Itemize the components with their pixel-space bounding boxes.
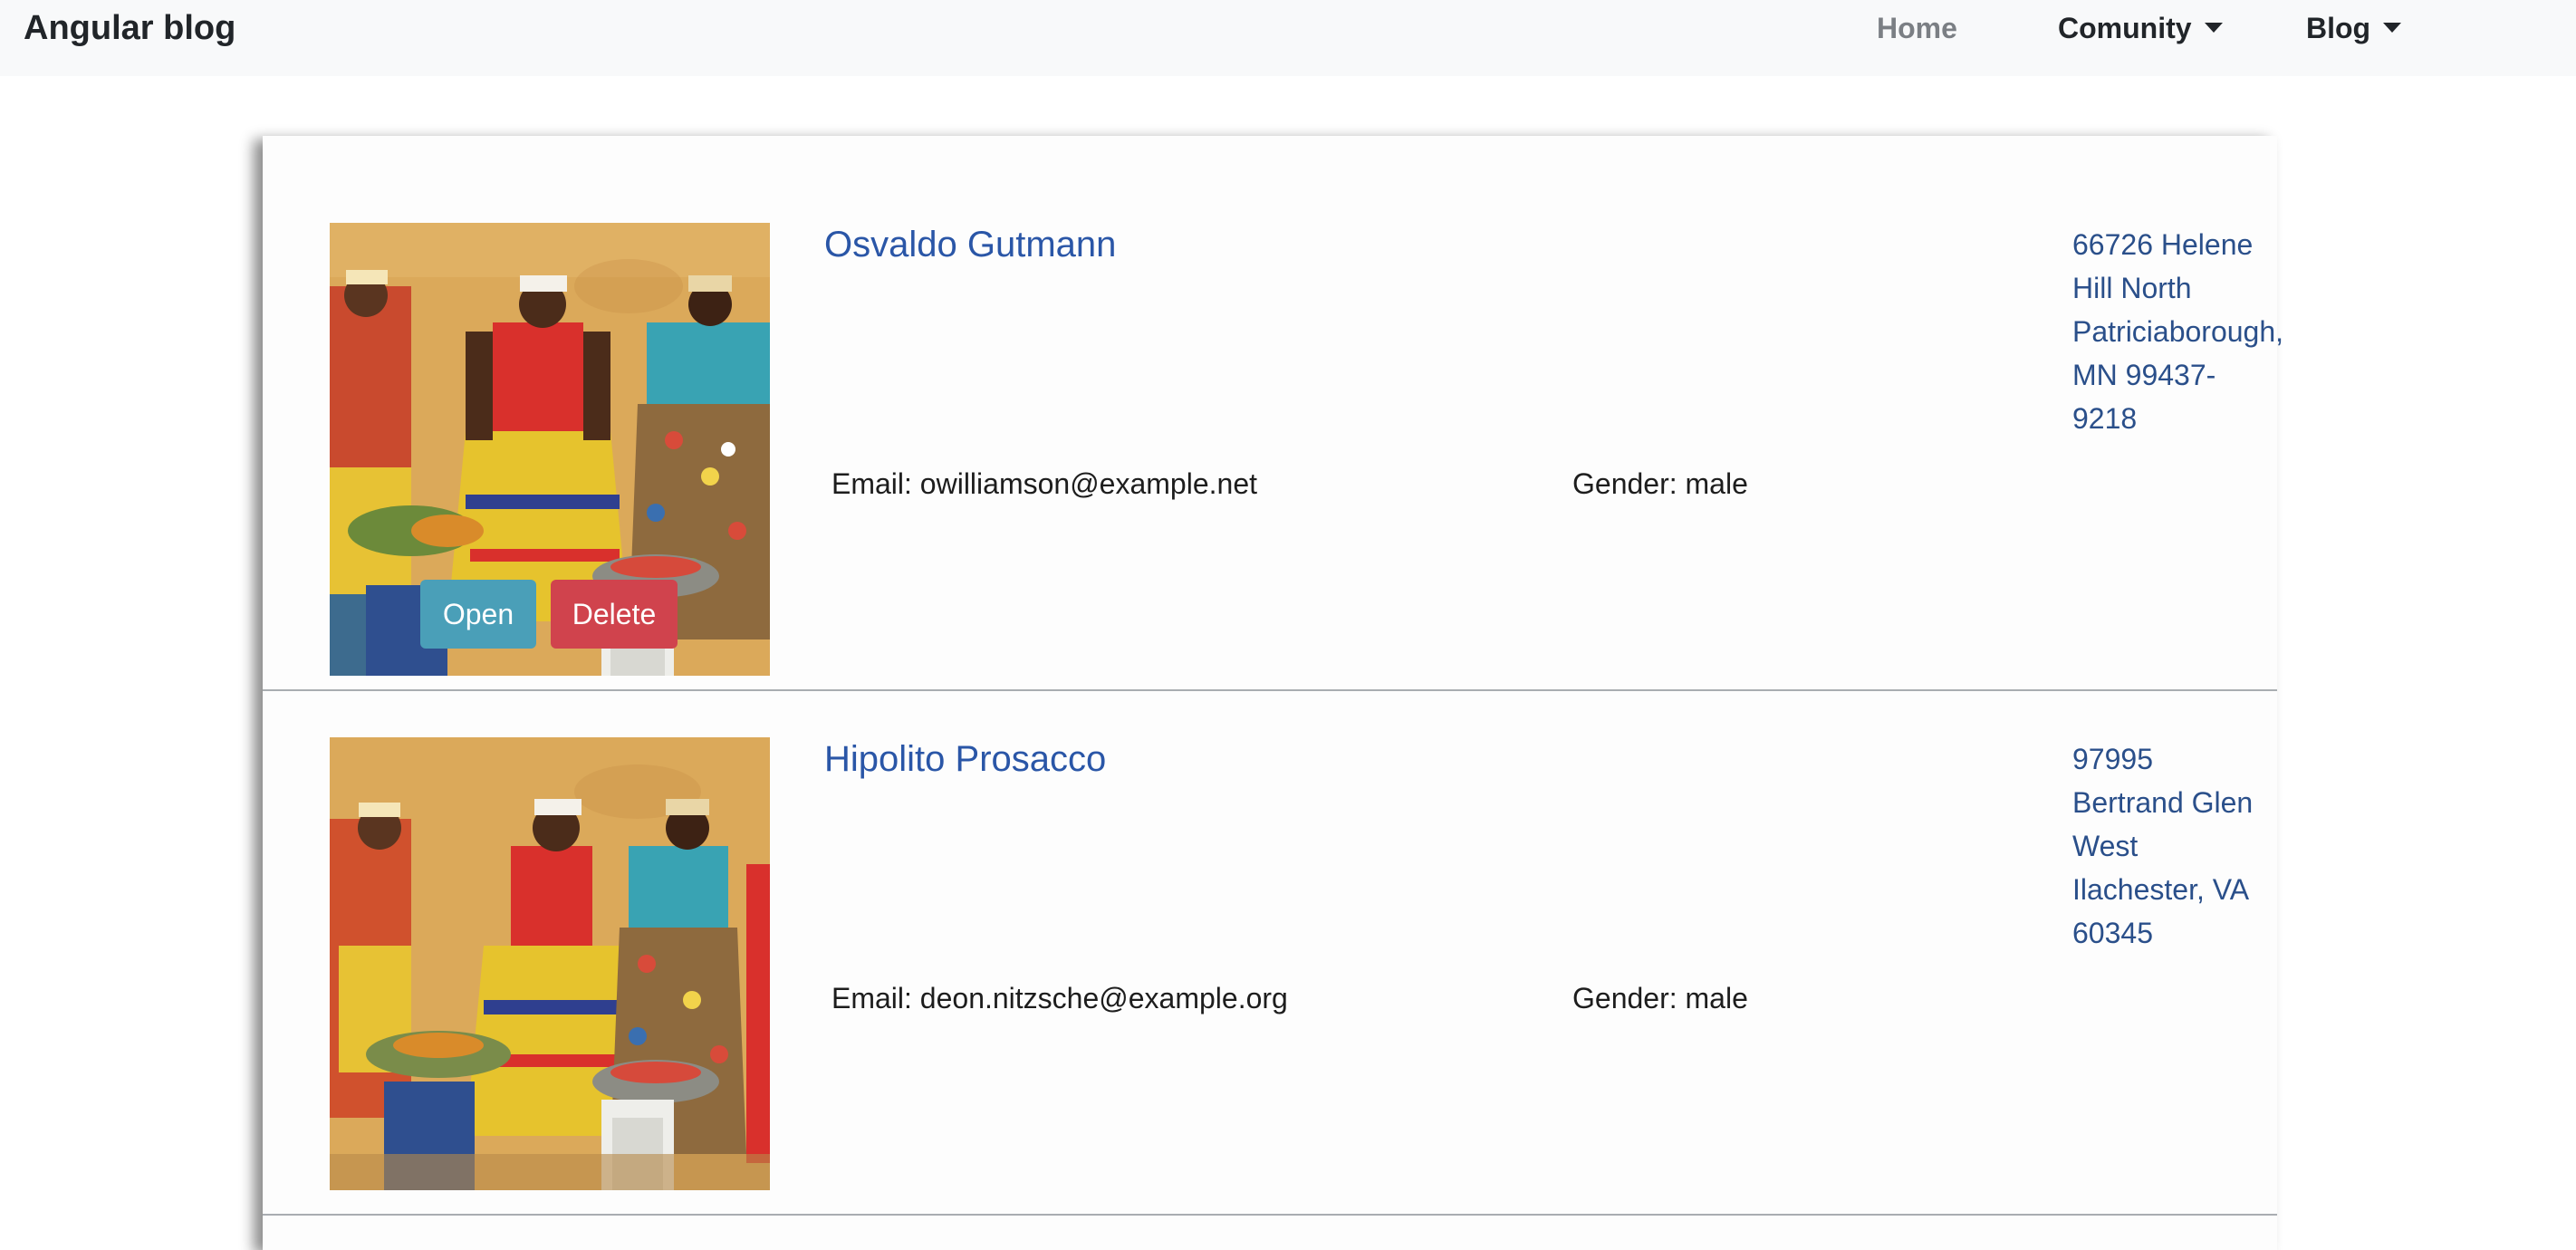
brand-link[interactable]: Angular blog bbox=[24, 5, 235, 51]
user-address: 97995 Bertrand Glen West Ilachester, VA … bbox=[2072, 737, 2277, 955]
address-line: 60345 bbox=[2072, 917, 2153, 949]
user-row: Open Delete Osvaldo Gutmann Email: owill… bbox=[263, 136, 2284, 676]
user-gender: Gender: male bbox=[1572, 467, 1748, 500]
user-gender: Gender: male bbox=[1572, 982, 1748, 1014]
user-address: 66726 Helene Hill North Patriciaborough,… bbox=[2072, 223, 2284, 440]
user-name-link[interactable]: Osvaldo Gutmann bbox=[824, 219, 1116, 270]
user-email: Email: owilliamson@example.net bbox=[831, 467, 1257, 500]
delete-button[interactable]: Delete bbox=[551, 580, 678, 649]
user-list-card: Open Delete Osvaldo Gutmann Email: owill… bbox=[263, 136, 2284, 1250]
chevron-down-icon bbox=[2383, 23, 2402, 33]
user-photo bbox=[330, 737, 770, 1190]
row-divider bbox=[263, 1214, 2277, 1216]
address-line: Hill North bbox=[2072, 272, 2192, 304]
user-photo-image bbox=[330, 737, 770, 1190]
address-line: West bbox=[2072, 830, 2139, 862]
nav-blog-label: Blog bbox=[2306, 12, 2371, 44]
nav-home-link[interactable]: Home bbox=[1877, 7, 1957, 49]
address-line: Bertrand Glen bbox=[2072, 786, 2254, 819]
address-line: Patriciaborough, bbox=[2072, 315, 2284, 348]
address-line: Ilachester, VA bbox=[2072, 873, 2250, 906]
address-line: MN 99437- bbox=[2072, 359, 2216, 391]
open-button[interactable]: Open bbox=[420, 580, 536, 649]
nav-comunity-dropdown[interactable]: Comunity bbox=[2058, 7, 2223, 49]
chevron-down-icon bbox=[2204, 23, 2223, 33]
user-name-link[interactable]: Hipolito Prosacco bbox=[824, 734, 1106, 784]
address-line: 66726 Helene bbox=[2072, 228, 2254, 261]
top-navbar: Angular blog Home Comunity Blog bbox=[0, 0, 2576, 76]
nav-comunity-label: Comunity bbox=[2058, 12, 2192, 44]
address-line: 9218 bbox=[2072, 402, 2138, 435]
address-line: 97995 bbox=[2072, 743, 2153, 775]
nav-blog-dropdown[interactable]: Blog bbox=[2306, 7, 2402, 49]
user-photo-image bbox=[330, 223, 770, 676]
user-row: Hipolito Prosacco Email: deon.nitzsche@e… bbox=[263, 661, 2277, 1190]
user-photo: Open Delete bbox=[330, 223, 770, 676]
user-email: Email: deon.nitzsche@example.org bbox=[831, 982, 1288, 1014]
